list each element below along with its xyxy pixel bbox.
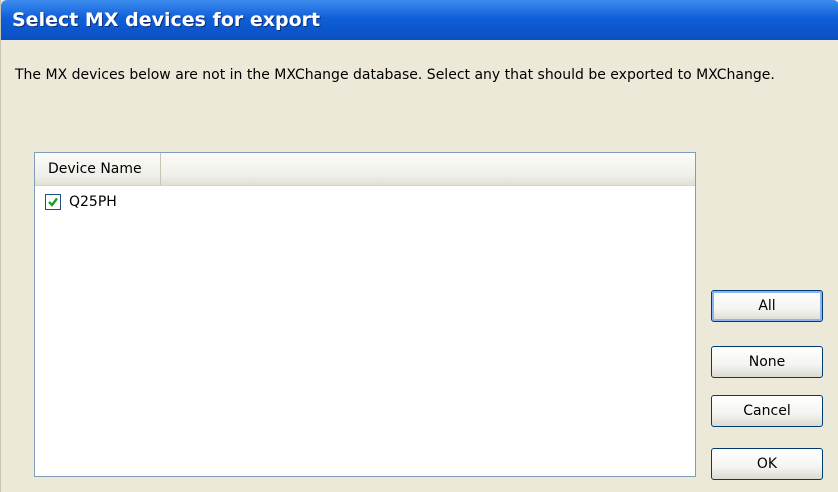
title-bar: Select MX devices for export [1,0,838,40]
list-item[interactable]: Q25PH [35,191,695,213]
ok-button[interactable]: OK [711,448,823,480]
checkmark-icon [48,197,58,207]
list-header: Device Name [35,153,695,186]
column-header-label: Device Name [48,161,142,177]
export-dialog: Select MX devices for export The MX devi… [0,0,838,492]
select-all-button[interactable]: All [711,290,823,322]
dialog-title: Select MX devices for export [12,9,321,31]
device-list[interactable]: Device Name Q25PH [34,152,696,477]
instructions-text: The MX devices below are not in the MXCh… [15,67,775,83]
cancel-button[interactable]: Cancel [711,395,823,427]
select-none-button[interactable]: None [711,346,823,378]
device-name: Q25PH [69,194,117,210]
device-checkbox[interactable] [45,194,61,210]
column-header-device-name[interactable]: Device Name [35,153,161,185]
